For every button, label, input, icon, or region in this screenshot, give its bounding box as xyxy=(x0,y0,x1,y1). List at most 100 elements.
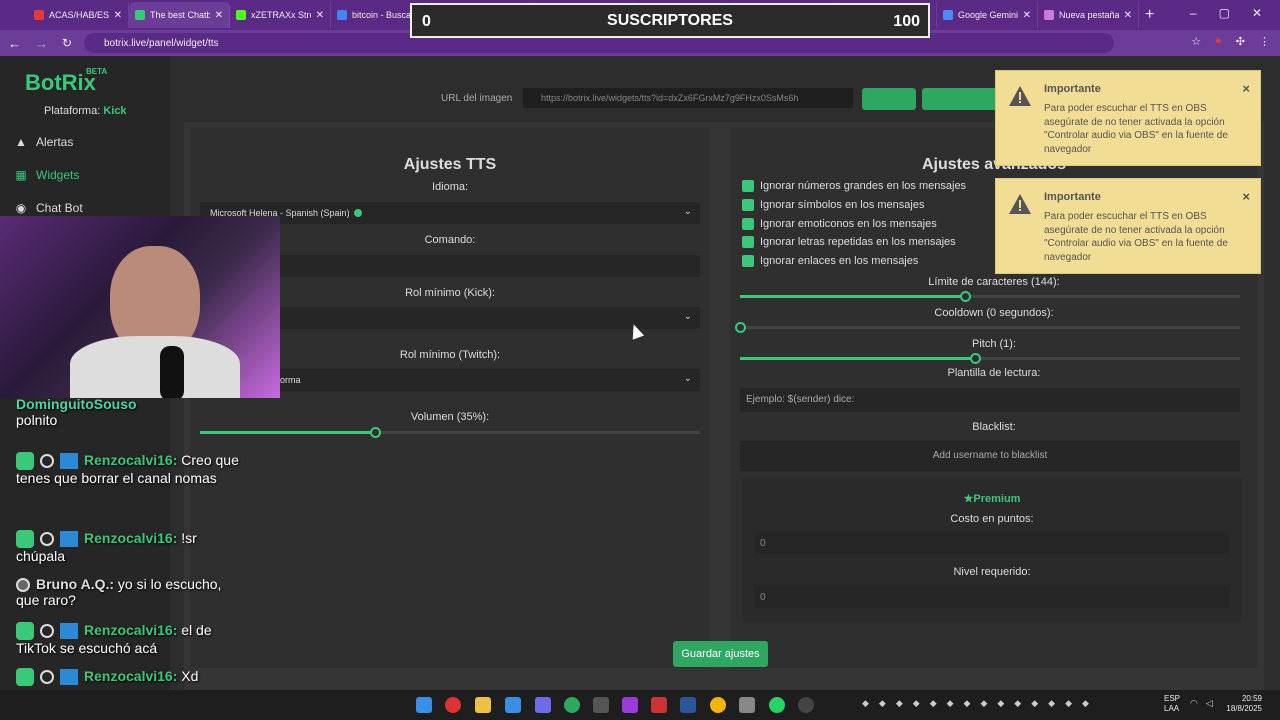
slider-thumb[interactable] xyxy=(970,353,981,364)
chevron-down-icon: ⌄ xyxy=(683,373,692,384)
image-url-field[interactable]: https://botrix.live/widgets/tts?id=dxZx6… xyxy=(523,88,853,108)
bookmark-star-icon[interactable]: ☆ xyxy=(1191,35,1201,48)
browser-tab[interactable]: xZETRAXx Stream ✕ xyxy=(230,2,331,28)
tray-icon[interactable]: ◆ xyxy=(1065,698,1072,709)
chat-user: Renzocalvi16: xyxy=(84,452,178,468)
browser-tab[interactable]: ACAS/HAB/ESTA ✕ xyxy=(28,2,129,28)
tray-icon[interactable]: ◆ xyxy=(980,698,987,709)
spotify-icon[interactable] xyxy=(564,697,580,713)
test-button[interactable] xyxy=(922,88,1002,110)
close-tab-icon[interactable]: ✕ xyxy=(114,10,122,21)
browser-tab[interactable]: Google Gemini ✕ xyxy=(937,2,1038,28)
slider-thumb[interactable] xyxy=(735,322,746,333)
chrome-icon[interactable] xyxy=(710,697,726,713)
close-icon[interactable]: × xyxy=(1242,81,1250,96)
sidebar-item-widgets[interactable]: ▦ Widgets xyxy=(14,168,79,182)
moderator-icon xyxy=(60,669,78,686)
grid-icon: ▦ xyxy=(15,168,27,182)
app-icon[interactable] xyxy=(593,697,609,713)
forward-icon[interactable]: → xyxy=(35,36,48,51)
new-tab-button[interactable]: + xyxy=(1145,6,1154,24)
toast-notification: Importante Para poder escuchar el TTS en… xyxy=(995,70,1261,166)
status-dot-icon xyxy=(353,209,362,217)
slider-fill xyxy=(740,357,975,360)
tray-icon[interactable]: ◆ xyxy=(1031,698,1038,709)
url-text: botrix.live/panel/widget/tts xyxy=(104,37,219,49)
sidebar-item-chat-bot[interactable]: ◉ Chat Bot xyxy=(14,201,83,215)
slider-thumb[interactable] xyxy=(960,291,971,302)
wifi-icon[interactable]: ◠ xyxy=(1190,698,1198,709)
tray-icon[interactable]: ◆ xyxy=(1082,698,1089,709)
app-icon[interactable] xyxy=(651,697,667,713)
app-icon[interactable] xyxy=(622,697,638,713)
start-icon[interactable] xyxy=(416,697,432,713)
tab-title: Google Gemini xyxy=(958,10,1018,20)
close-window-icon[interactable]: ✕ xyxy=(1252,6,1262,20)
checkbox-ignore-emotes[interactable]: Ignorar emoticonos en los mensajes xyxy=(742,218,937,230)
blacklist-input[interactable]: Add username to blacklist xyxy=(740,441,1240,471)
tab-title: The best Chatbot xyxy=(150,10,210,20)
robot-icon: ◉ xyxy=(15,201,27,215)
cooldown-slider[interactable] xyxy=(735,322,1240,333)
char-limit-slider[interactable] xyxy=(740,291,1240,302)
close-icon[interactable]: × xyxy=(1242,189,1250,204)
copy-button[interactable] xyxy=(862,88,916,110)
slider-thumb[interactable] xyxy=(370,427,381,438)
chat-overlay: DominguitoSouso polnito Renzocalvi16: Cre… xyxy=(10,396,250,696)
user-icon xyxy=(40,532,54,547)
puzzle-icon[interactable]: ✣ xyxy=(1236,35,1245,48)
browser-tab[interactable]: The best Chatbot ✕ xyxy=(129,2,230,28)
minimize-icon[interactable]: – xyxy=(1190,6,1197,20)
browser-tab[interactable]: Nueva pestaña ✕ xyxy=(1038,2,1139,28)
points-input[interactable]: 0 xyxy=(754,532,1230,554)
volume-slider[interactable] xyxy=(200,427,700,438)
media-icon[interactable] xyxy=(445,697,461,713)
calculator-icon[interactable] xyxy=(739,697,755,713)
close-tab-icon[interactable]: ✕ xyxy=(1023,10,1031,21)
close-tab-icon[interactable]: ✕ xyxy=(215,10,223,21)
tray-icon[interactable]: ◆ xyxy=(896,698,903,709)
lang-top: ESP xyxy=(1164,694,1181,703)
toast-title: Importante xyxy=(1044,191,1101,203)
checkbox-ignore-links[interactable]: Ignorar enlaces en los mensajes xyxy=(742,255,918,267)
browser-toolbar-icons: ☆ ● ✣ ⋮ xyxy=(1191,35,1270,48)
checkbox-icon xyxy=(742,255,754,267)
lang-bottom: LAA xyxy=(1164,704,1180,714)
whatsapp-icon[interactable] xyxy=(769,697,785,713)
app-icon[interactable] xyxy=(798,697,814,713)
tray-icon[interactable]: ◆ xyxy=(862,698,869,709)
maximize-icon[interactable]: ▢ xyxy=(1219,6,1230,20)
language-indicator[interactable]: ESP LAA xyxy=(1164,694,1180,715)
checkbox-ignore-numbers[interactable]: Ignorar números grandes en los mensajes xyxy=(742,180,966,192)
volume-icon[interactable]: ◁ xyxy=(1206,698,1213,709)
tray-icon[interactable]: ◆ xyxy=(913,698,920,709)
menu-icon[interactable]: ⋮ xyxy=(1259,35,1270,48)
template-input[interactable]: Ejemplo: $(sender) dice: xyxy=(740,388,1240,412)
sidebar-item-label: Chat Bot xyxy=(36,201,83,215)
chat-user: DominguitoSouso xyxy=(16,396,137,412)
tray-icon[interactable]: ◆ xyxy=(947,698,954,709)
tray-icon[interactable]: ◆ xyxy=(879,698,886,709)
extension-icon[interactable]: ● xyxy=(1215,35,1222,48)
clock[interactable]: 20:59 18/8/2025 xyxy=(1226,694,1262,715)
folder-icon[interactable] xyxy=(475,697,491,713)
reload-icon[interactable]: ↻ xyxy=(62,36,72,50)
level-input[interactable]: 0 xyxy=(754,586,1230,608)
discord-icon[interactable] xyxy=(535,697,551,713)
checkbox-ignore-symbols[interactable]: Ignorar símbolos en los mensajes xyxy=(742,199,924,211)
store-icon[interactable] xyxy=(505,697,521,713)
save-button[interactable]: Guardar ajustes xyxy=(673,641,768,667)
user-icon xyxy=(40,454,54,469)
close-tab-icon[interactable]: ✕ xyxy=(1124,10,1132,21)
sidebar-item-alertas[interactable]: ▲ Alertas xyxy=(14,135,73,149)
tray-icon[interactable]: ◆ xyxy=(997,698,1004,709)
checkbox-ignore-repeated[interactable]: Ignorar letras repetidas en los mensajes xyxy=(742,236,956,248)
pitch-slider[interactable] xyxy=(740,353,1240,364)
tray-icon[interactable]: ◆ xyxy=(1048,698,1055,709)
word-icon[interactable] xyxy=(680,697,696,713)
tray-icon[interactable]: ◆ xyxy=(930,698,937,709)
tray-icon[interactable]: ◆ xyxy=(964,698,971,709)
back-icon[interactable]: ← xyxy=(8,36,21,51)
tray-icon[interactable]: ◆ xyxy=(1014,698,1021,709)
close-tab-icon[interactable]: ✕ xyxy=(316,10,324,21)
